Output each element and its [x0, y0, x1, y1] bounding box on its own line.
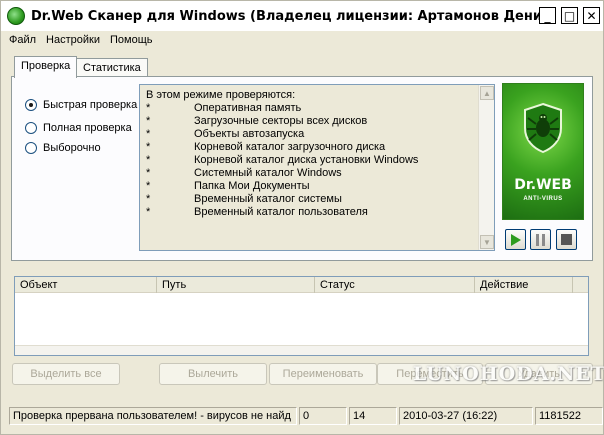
scroll-down-arrow-icon[interactable]: ▼ — [480, 235, 494, 249]
info-bullet: * — [146, 128, 151, 140]
results-horizontal-scrollbar[interactable] — [15, 345, 588, 355]
column-header-object[interactable]: Объект — [15, 277, 157, 293]
scan-info-box: В этом режиме проверяются: * Оперативная … — [139, 84, 495, 251]
column-header-path[interactable]: Путь — [157, 277, 315, 293]
stop-icon — [561, 234, 572, 245]
start-scan-button[interactable] — [505, 229, 526, 250]
radio-button[interactable] — [25, 122, 37, 134]
info-bullet: * — [146, 115, 151, 127]
move-button[interactable]: Переместить — [377, 363, 483, 385]
info-item-text: Папка Мои Документы — [194, 180, 310, 192]
info-bullet: * — [146, 206, 151, 218]
menu-bar: Файл Настройки Помощь — [1, 31, 603, 49]
maximize-button[interactable]: □ — [561, 7, 578, 24]
info-item-text: Временный каталог системы — [194, 193, 342, 205]
drweb-app-icon[interactable] — [7, 7, 25, 25]
window-title: Dr.Web Сканер для Windows (Владелец лице… — [31, 8, 551, 24]
results-table[interactable]: Объект Путь Статус Действие — [14, 276, 589, 356]
info-bullet: * — [146, 180, 151, 192]
radio-quick-scan-label: Быстрая проверка — [43, 99, 138, 111]
drweb-logo: Dr.WEB ANTI-VIRUS — [502, 83, 584, 220]
app-window: Dr.Web Сканер для Windows (Владелец лице… — [0, 0, 604, 435]
info-item-text: Корневой каталог диска установки Windows — [194, 154, 419, 166]
menu-settings[interactable]: Настройки — [46, 34, 100, 46]
info-item-text: Оперативная память — [194, 102, 302, 114]
info-item: * Временный каталог системы — [146, 193, 488, 206]
status-bar: Проверка прервана пользователем! - вирус… — [1, 405, 603, 427]
info-bullet: * — [146, 102, 151, 114]
status-virus-bases: 1181522 — [535, 407, 603, 425]
minimize-button[interactable]: _ — [539, 7, 556, 24]
info-bullet: * — [146, 193, 151, 205]
info-item-text: Системный каталог Windows — [194, 167, 342, 179]
radio-custom-scan[interactable]: Выборочно — [25, 142, 101, 154]
logo-name: Dr.WEB — [514, 177, 572, 193]
info-item-text: Корневой каталог загрузочного диска — [194, 141, 386, 153]
delete-button[interactable]: Удалить — [485, 363, 593, 385]
info-item: * Корневой каталог загрузочного диска — [146, 141, 488, 154]
radio-quick-scan[interactable]: Быстрая проверка — [25, 99, 137, 111]
radio-button[interactable] — [25, 142, 37, 154]
play-icon — [511, 233, 521, 246]
radio-full-scan-label: Полная проверка — [43, 122, 132, 134]
info-item: * Объекты автозапуска — [146, 128, 488, 141]
info-scrollbar[interactable]: ▲ ▼ — [478, 85, 494, 250]
pause-icon — [536, 233, 545, 246]
status-message: Проверка прервана пользователем! - вирус… — [9, 407, 297, 425]
radio-custom-scan-label: Выборочно — [43, 142, 101, 154]
logo-subtitle: ANTI-VIRUS — [523, 196, 563, 202]
info-item: * Оперативная память — [146, 102, 488, 115]
info-item: * Временный каталог пользователя — [146, 206, 488, 219]
menu-help[interactable]: Помощь — [110, 34, 153, 46]
stop-scan-button[interactable] — [556, 229, 577, 250]
drweb-spider-shield-icon — [524, 102, 562, 154]
radio-full-scan[interactable]: Полная проверка — [25, 122, 132, 134]
info-item: * Корневой каталог диска установки Window… — [146, 154, 488, 167]
cure-button[interactable]: Вылечить — [159, 363, 267, 385]
status-count-infected: 0 — [299, 407, 347, 425]
info-item-text: Объекты автозапуска — [194, 128, 305, 140]
info-item: * Папка Мои Документы — [146, 180, 488, 193]
select-all-button[interactable]: Выделить все — [12, 363, 120, 385]
pause-scan-button[interactable] — [530, 229, 551, 250]
info-item-text: Временный каталог пользователя — [194, 206, 368, 218]
status-count-checked: 14 — [349, 407, 397, 425]
column-header-status[interactable]: Статус — [315, 277, 475, 293]
results-header: Объект Путь Статус Действие — [15, 277, 588, 293]
info-item: * Системный каталог Windows — [146, 167, 488, 180]
column-header-action[interactable]: Действие — [475, 277, 573, 293]
status-datetime: 2010-03-27 (16:22) — [399, 407, 533, 425]
info-bullet: * — [146, 154, 151, 166]
menu-file[interactable]: Файл — [9, 34, 36, 46]
info-item-text: Загрузочные секторы всех дисков — [194, 115, 368, 127]
tab-statistics[interactable]: Статистика — [76, 58, 148, 78]
tab-scan[interactable]: Проверка — [14, 56, 78, 78]
scan-tab-panel: Быстрая проверка Полная проверка Выбороч… — [11, 76, 593, 261]
rename-button[interactable]: Переименовать — [269, 363, 377, 385]
info-bullet: * — [146, 141, 151, 153]
info-heading: В этом режиме проверяются: — [146, 89, 296, 101]
info-bullet: * — [146, 167, 151, 179]
info-item: * Загрузочные секторы всех дисков — [146, 115, 488, 128]
title-bar[interactable]: Dr.Web Сканер для Windows (Владелец лице… — [1, 1, 603, 31]
radio-button-checked[interactable] — [25, 99, 37, 111]
close-button[interactable]: ✕ — [583, 7, 600, 24]
scroll-up-arrow-icon[interactable]: ▲ — [480, 86, 494, 100]
